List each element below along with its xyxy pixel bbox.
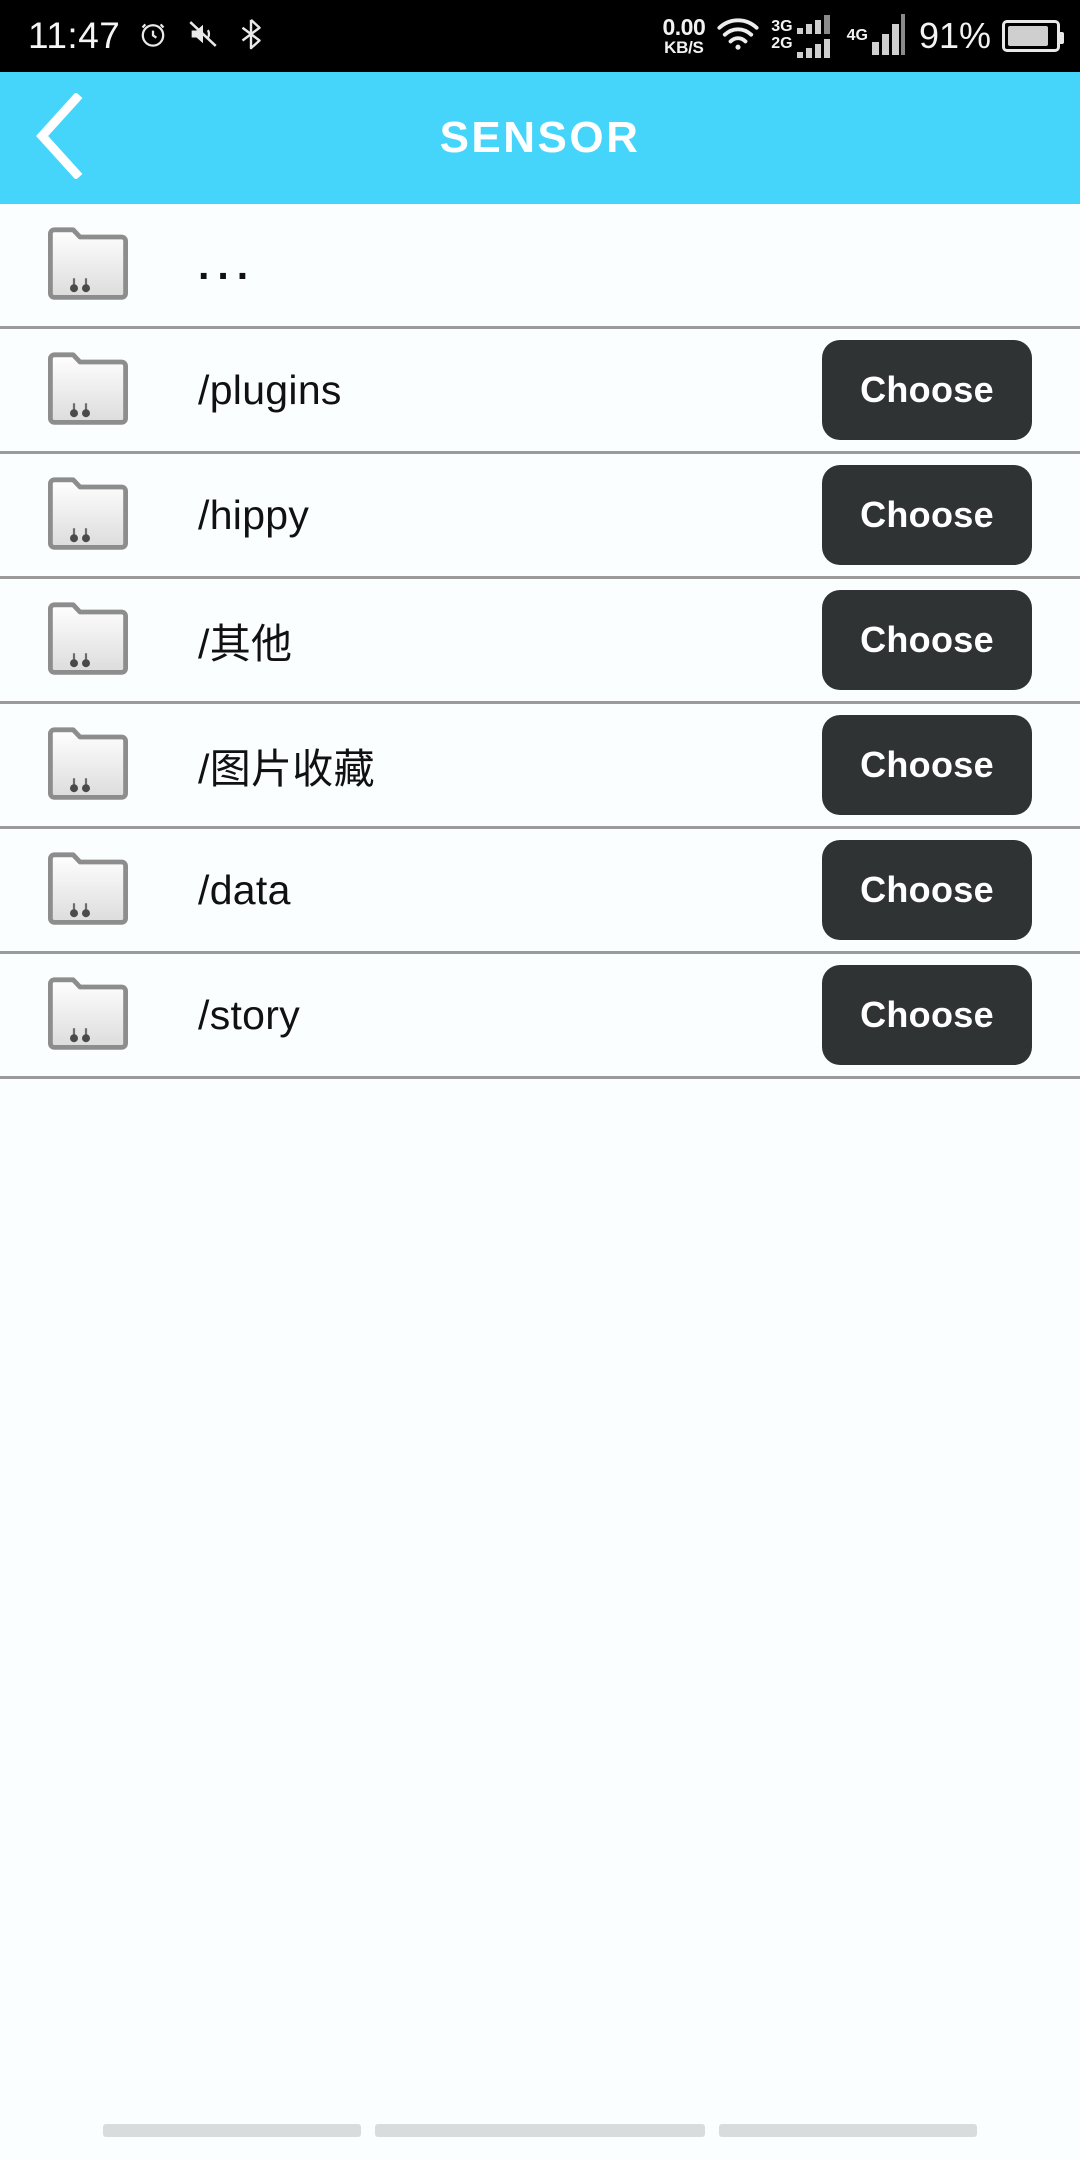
choose-button[interactable]: Choose xyxy=(822,965,1032,1065)
status-time: 11:47 xyxy=(28,15,121,56)
folder-icon xyxy=(44,475,132,555)
folder-icon xyxy=(44,350,132,430)
list-item[interactable]: /data Choose xyxy=(0,829,1080,954)
sim1-network-labels: 3G 2G xyxy=(771,18,793,53)
network-speed-indicator: 0.00 KB/S xyxy=(662,14,706,57)
list-item[interactable]: /图片收藏 Choose xyxy=(0,704,1080,829)
mute-icon xyxy=(186,17,220,56)
network-speed-unit: KB/S xyxy=(664,38,704,57)
folder-icon xyxy=(44,225,132,305)
network-speed-value: 0.00 xyxy=(662,14,706,40)
sim1-signal-bars xyxy=(796,14,836,59)
battery-icon xyxy=(1002,20,1064,52)
list-item-label: /story xyxy=(198,991,301,1038)
list-item-label: /其他 xyxy=(198,621,293,667)
status-bar: 11:47 0.00 KB/S 3G 2G 4G 91% xyxy=(0,0,1080,72)
folder-list: ... /plugins Choose /hippy Choose /其他 Ch… xyxy=(0,204,1080,1079)
list-item-label: /data xyxy=(198,866,291,913)
choose-button[interactable]: Choose xyxy=(822,715,1032,815)
sim2-signal-bars xyxy=(871,12,905,61)
sim1-bars-top xyxy=(796,14,830,34)
choose-button[interactable]: Choose xyxy=(822,590,1032,690)
list-item[interactable]: ... xyxy=(0,204,1080,329)
nav-recents-pill[interactable] xyxy=(103,2123,361,2137)
choose-button[interactable]: Choose xyxy=(822,465,1032,565)
list-item-label: ... xyxy=(198,241,257,288)
folder-icon xyxy=(44,600,132,680)
list-item[interactable]: /story Choose xyxy=(0,954,1080,1079)
list-item-label: /hippy xyxy=(198,491,310,538)
list-item-label: /plugins xyxy=(198,366,342,413)
list-item[interactable]: /hippy Choose xyxy=(0,454,1080,579)
folder-icon xyxy=(44,850,132,930)
battery-percent-label: 91% xyxy=(918,15,991,56)
sim1-label-3g: 3G xyxy=(771,18,793,36)
sim2-signal-indicator: 4G xyxy=(847,12,905,61)
choose-button[interactable]: Choose xyxy=(822,840,1032,940)
sim2-network-labels: 4G xyxy=(846,26,868,45)
folder-icon xyxy=(44,725,132,805)
nav-back-pill[interactable] xyxy=(719,2123,977,2137)
system-navigation-bar xyxy=(0,2100,1080,2160)
nav-home-pill[interactable] xyxy=(375,2123,705,2137)
list-item[interactable]: /其他 Choose xyxy=(0,579,1080,704)
list-item[interactable]: /plugins Choose xyxy=(0,329,1080,454)
phone-screen: 11:47 0.00 KB/S 3G 2G 4G 91% SENSOR ... … xyxy=(0,0,1080,2160)
wifi-icon xyxy=(716,17,760,56)
bluetooth-icon xyxy=(236,17,266,56)
back-chevron-icon xyxy=(32,91,88,184)
sim1-signal-indicator: 3G 2G xyxy=(771,14,835,59)
list-item-label: /图片收藏 xyxy=(198,746,375,792)
app-header-bar: SENSOR xyxy=(0,72,1080,204)
status-bar-right: 0.00 KB/S 3G 2G 4G 91% xyxy=(662,12,1064,61)
folder-icon xyxy=(44,975,132,1055)
back-button[interactable] xyxy=(0,72,120,204)
sim1-label-2g: 2G xyxy=(771,35,793,52)
page-title: SENSOR xyxy=(439,113,641,162)
choose-button[interactable]: Choose xyxy=(822,340,1032,440)
sim2-label-4g: 4G xyxy=(846,26,868,44)
alarm-icon xyxy=(136,17,170,56)
status-bar-left: 11:47 xyxy=(28,15,266,57)
sim1-bars-bottom xyxy=(796,38,830,58)
